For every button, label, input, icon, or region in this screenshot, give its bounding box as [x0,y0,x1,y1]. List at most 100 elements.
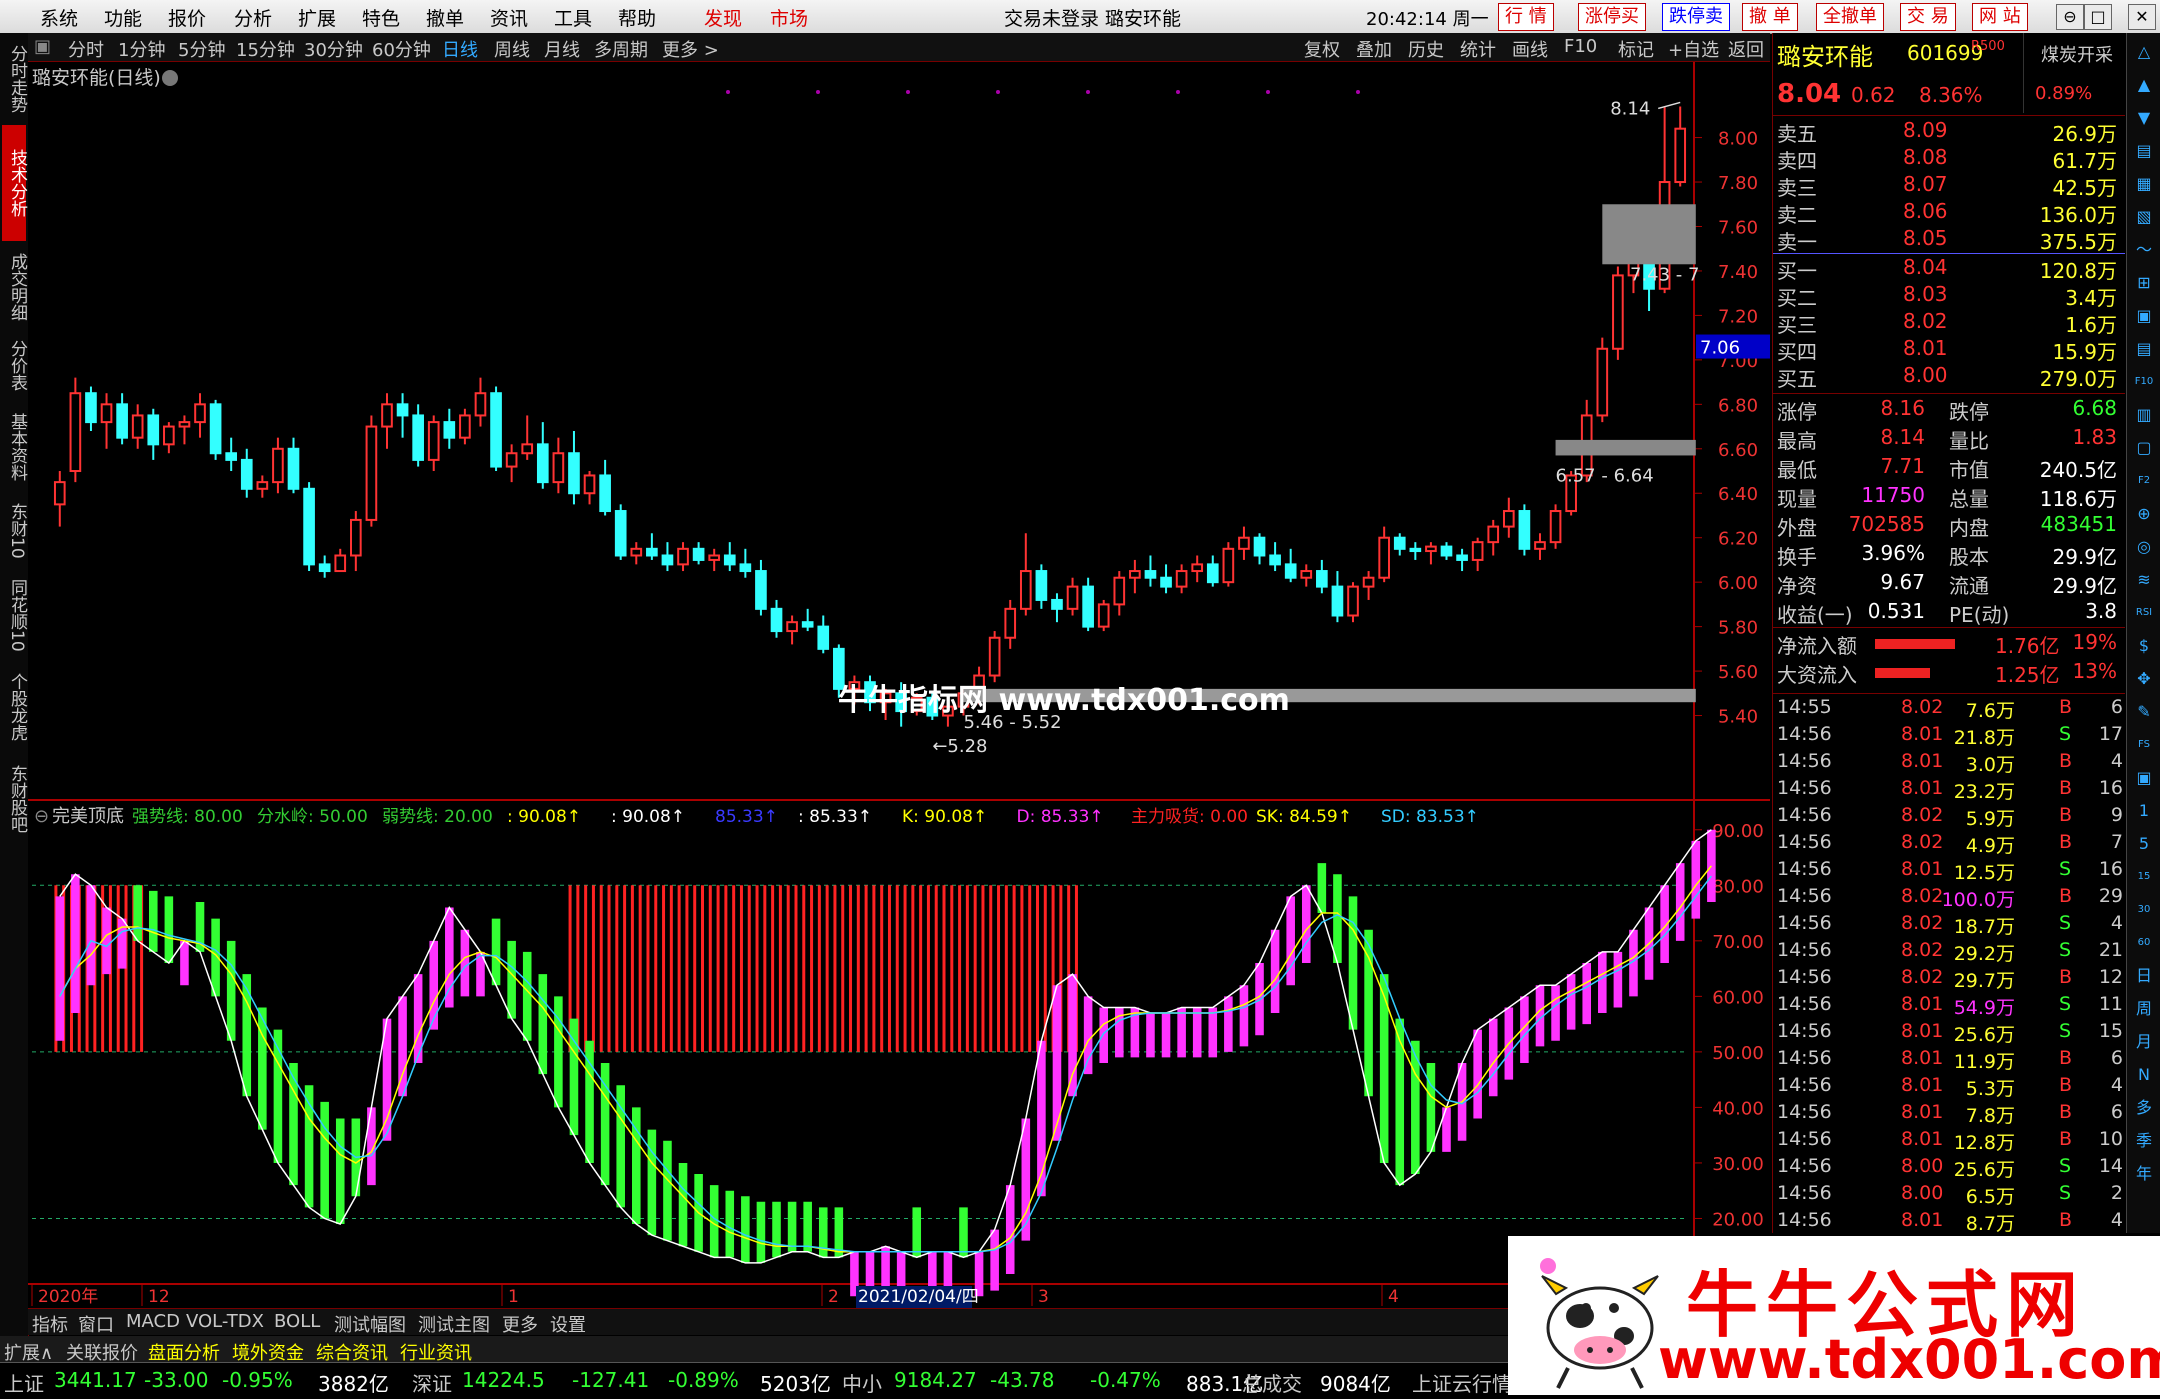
menu-item-news[interactable]: 资讯 [490,4,528,31]
period-week[interactable]: 周线 [494,36,530,62]
btn-history[interactable]: 历史 [1408,36,1444,62]
tab-vol-tdx[interactable]: VOL-TDX [186,1311,264,1332]
period-30min[interactable]: 30分钟 [304,36,363,62]
tab-indicator[interactable]: 指标 [32,1311,68,1337]
menu-item-function[interactable]: 功能 [104,4,142,31]
toolstrip-icon-17[interactable]: RSI [2133,602,2155,624]
toolstrip-icon-12[interactable]: ▢ [2133,437,2155,459]
toolstrip-icon-34[interactable]: 年 [2133,1163,2155,1185]
toolstrip-icon-1[interactable]: ▲ [2133,74,2155,96]
period-60min[interactable]: 60分钟 [372,36,431,62]
tab-basic-info[interactable]: 基本资料 [2,405,27,489]
btn-cancel-order[interactable]: 撤 单 [1742,3,1798,31]
sell-price[interactable]: 8.08 [1903,145,1948,169]
menu-item-system[interactable]: 系统 [40,4,78,31]
toolstrip-icon-26[interactable]: 30 [2133,899,2155,921]
tab-dragon-tiger[interactable]: 个股龙虎 [2,665,27,749]
toolstrip-icon-23[interactable]: 1 [2133,800,2155,822]
btn-overlay[interactable]: 叠加 [1356,36,1392,62]
menu-item-discover[interactable]: 发现 [704,4,742,31]
toolstrip-icon-7[interactable]: ⊞ [2133,272,2155,294]
kline-chart[interactable]: 8.007.807.607.407.207.006.806.606.406.20… [28,62,1770,1308]
menu-item-cancel[interactable]: 撤单 [426,4,464,31]
tab-macd[interactable]: MACD [126,1311,180,1332]
btn-f10[interactable]: F10 [1564,36,1597,57]
btn-cancel-all[interactable]: 全撤单 [1816,3,1884,31]
toolstrip-icon-14[interactable]: ⊕ [2133,503,2155,525]
toolstrip-icon-10[interactable]: F10 [2133,371,2155,393]
tab-boll[interactable]: BOLL [274,1311,320,1332]
btn-adjust[interactable]: 复权 [1304,36,1340,62]
tab-settings[interactable]: 设置 [550,1311,586,1337]
menu-item-market[interactable]: 市场 [770,4,808,31]
toolstrip-icon-31[interactable]: N [2133,1064,2155,1086]
period-day[interactable]: 日线 [442,36,478,62]
period-month[interactable]: 月线 [544,36,580,62]
tab-test-mainchart[interactable]: 测试主图 [418,1311,490,1337]
menu-item-help[interactable]: 帮助 [618,4,656,31]
btn-draw[interactable]: 画线 [1512,36,1548,62]
menu-item-special[interactable]: 特色 [362,4,400,31]
btn-back[interactable]: 返回 [1728,36,1764,62]
close-icon[interactable]: ✕ [2128,4,2156,30]
btn-limit-up-buy[interactable]: 涨停买 [1578,3,1646,31]
btn-add-watchlist[interactable]: +自选 [1668,36,1719,62]
sector-tag[interactable]: 煤炭开采 [2041,41,2113,67]
toolstrip-icon-32[interactable]: 多 [2133,1097,2155,1119]
toolstrip-icon-28[interactable]: 日 [2133,965,2155,987]
toolstrip-icon-19[interactable]: ✥ [2133,668,2155,690]
period-1min[interactable]: 1分钟 [118,36,165,62]
panel-toggle-icon[interactable]: ▣ [34,36,51,57]
toolstrip-icon-27[interactable]: 60 [2133,932,2155,954]
toolstrip-icon-18[interactable]: $ [2133,635,2155,657]
toolstrip-icon-16[interactable]: ≋ [2133,569,2155,591]
tab-window[interactable]: 窗口 [78,1311,114,1337]
restore-icon[interactable]: □ [2084,4,2112,30]
toolstrip-icon-6[interactable]: 〜 [2133,239,2155,261]
toolstrip-icon-4[interactable]: ▦ [2133,173,2155,195]
sell-price[interactable]: 8.06 [1903,199,1948,223]
toolstrip-icon-30[interactable]: 月 [2133,1031,2155,1053]
btn-quote[interactable]: 行 情 [1498,3,1554,31]
sell-price[interactable]: 8.07 [1903,172,1948,196]
buy-price[interactable]: 8.00 [1903,363,1948,387]
buy-price[interactable]: 8.04 [1903,255,1948,279]
menu-item-tools[interactable]: 工具 [554,4,592,31]
sell-price[interactable]: 8.09 [1903,118,1948,142]
tab-trade-detail[interactable]: 成交明细 [2,247,27,327]
tab-test-subchart[interactable]: 测试幅图 [334,1311,406,1337]
btn-limit-down-sell[interactable]: 跌停卖 [1662,3,1730,31]
toolstrip-icon-20[interactable]: ✎ [2133,701,2155,723]
toolstrip-icon-11[interactable]: ▥ [2133,404,2155,426]
period-more[interactable]: 更多 > [662,36,719,62]
toolstrip-icon-29[interactable]: 周 [2133,998,2155,1020]
btn-stats[interactable]: 统计 [1460,36,1496,62]
toolstrip-icon-21[interactable]: FS [2133,734,2155,756]
title-dropdown-icon[interactable] [162,70,178,86]
period-15min[interactable]: 15分钟 [236,36,295,62]
toolstrip-icon-9[interactable]: ▤ [2133,338,2155,360]
tab-minute-chart[interactable]: 分时走势 [2,39,27,119]
toolstrip-icon-22[interactable]: ▣ [2133,767,2155,789]
tab-price-table[interactable]: 分价表 [2,333,27,397]
tab-guba[interactable]: 东财股吧 [2,757,27,841]
tab-technical-analysis[interactable]: 技术分析 [2,125,27,241]
toolstrip-icon-24[interactable]: 5 [2133,833,2155,855]
tab-ths-10[interactable]: 同花顺10 [2,573,27,657]
tab-eastmoney-10[interactable]: 东财10 [2,497,27,565]
buy-price[interactable]: 8.03 [1903,282,1948,306]
btn-mark[interactable]: 标记 [1618,36,1654,62]
buy-price[interactable]: 8.01 [1903,336,1948,360]
toolstrip-icon-33[interactable]: 季 [2133,1130,2155,1152]
toolstrip-icon-25[interactable]: 15 [2133,866,2155,888]
menu-item-quote[interactable]: 报价 [168,4,206,31]
btn-trade[interactable]: 交 易 [1900,3,1956,31]
toolstrip-icon-15[interactable]: ◎ [2133,536,2155,558]
status-label[interactable]: 上证云行情 [1412,1368,1512,1397]
menu-item-extend[interactable]: 扩展 [298,4,336,31]
toolstrip-icon-13[interactable]: F2 [2133,470,2155,492]
period-multi[interactable]: 多周期 [594,36,648,62]
tick-list[interactable]: 14:55 8.02 7.6万 B 6 14:56 8.01 21.8万 S 17 14:56 8.0… [1773,693,2125,1235]
banner-url[interactable]: www.tdx001.com [1658,1328,2160,1391]
btn-website[interactable]: 网 站 [1972,3,2028,31]
